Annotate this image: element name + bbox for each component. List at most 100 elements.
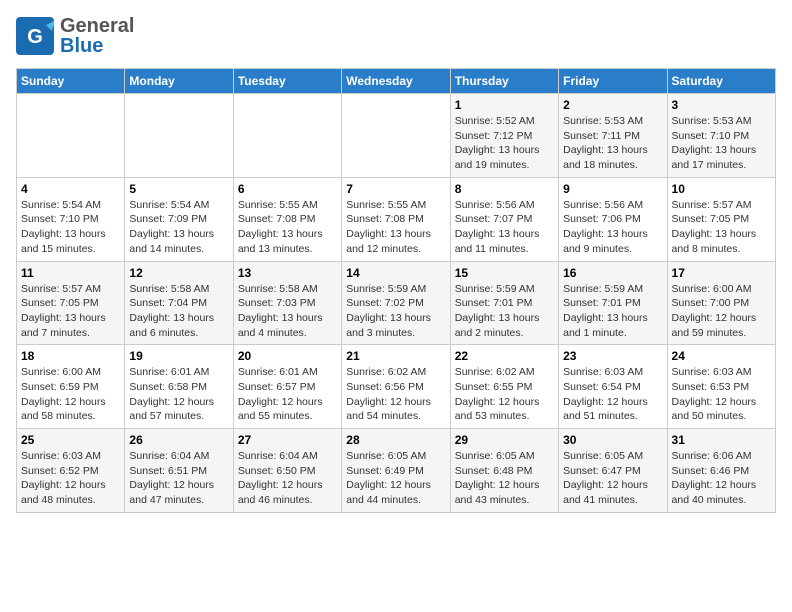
- day-info: Sunrise: 5:55 AMSunset: 7:08 PMDaylight:…: [238, 198, 337, 257]
- day-info: Sunrise: 5:59 AMSunset: 7:02 PMDaylight:…: [346, 282, 445, 341]
- calendar-cell: 29 Sunrise: 6:05 AMSunset: 6:48 PMDayligh…: [450, 429, 558, 513]
- day-number: 3: [672, 98, 771, 112]
- day-info: Sunrise: 5:57 AMSunset: 7:05 PMDaylight:…: [672, 198, 771, 257]
- day-number: 16: [563, 266, 662, 280]
- day-number: 5: [129, 182, 228, 196]
- weekday-header: Wednesday: [342, 69, 450, 94]
- day-info: Sunrise: 5:56 AMSunset: 7:07 PMDaylight:…: [455, 198, 554, 257]
- day-info: Sunrise: 5:53 AMSunset: 7:10 PMDaylight:…: [672, 114, 771, 173]
- calendar-cell: 4 Sunrise: 5:54 AMSunset: 7:10 PMDaylight…: [17, 177, 125, 261]
- calendar-cell: 17 Sunrise: 6:00 AMSunset: 7:00 PMDayligh…: [667, 261, 775, 345]
- logo-icon: G: [16, 17, 54, 55]
- calendar-week-row: 18 Sunrise: 6:00 AMSunset: 6:59 PMDayligh…: [17, 345, 776, 429]
- weekday-header: Sunday: [17, 69, 125, 94]
- day-info: Sunrise: 6:02 AMSunset: 6:56 PMDaylight:…: [346, 365, 445, 424]
- day-number: 18: [21, 349, 120, 363]
- day-number: 11: [21, 266, 120, 280]
- day-number: 2: [563, 98, 662, 112]
- calendar-cell: 12Sunrise: 5:58 AMSunset: 7:04 PMDayligh…: [125, 261, 233, 345]
- day-number: 10: [672, 182, 771, 196]
- day-info: Sunrise: 6:05 AMSunset: 6:49 PMDaylight:…: [346, 449, 445, 508]
- logo: G General Blue: [16, 16, 134, 56]
- day-info: Sunrise: 6:02 AMSunset: 6:55 PMDaylight:…: [455, 365, 554, 424]
- calendar-cell: [125, 94, 233, 178]
- day-number: 1: [455, 98, 554, 112]
- calendar-week-row: 11 Sunrise: 5:57 AMSunset: 7:05 PMDayligh…: [17, 261, 776, 345]
- day-info: Sunrise: 5:53 AMSunset: 7:11 PMDaylight:…: [563, 114, 662, 173]
- day-number: 15: [455, 266, 554, 280]
- day-number: 9: [563, 182, 662, 196]
- day-number: 26: [129, 433, 228, 447]
- day-number: 25: [21, 433, 120, 447]
- calendar-cell: 20 Sunrise: 6:01 AMSunset: 6:57 PMDayligh…: [233, 345, 341, 429]
- day-number: 12: [129, 266, 228, 280]
- svg-text:G: G: [27, 26, 43, 48]
- weekday-header: Saturday: [667, 69, 775, 94]
- calendar-cell: 23Sunrise: 6:03 AMSunset: 6:54 PMDayligh…: [559, 345, 667, 429]
- day-info: Sunrise: 5:57 AMSunset: 7:05 PMDaylight:…: [21, 282, 120, 341]
- day-info: Sunrise: 6:00 AMSunset: 7:00 PMDaylight:…: [672, 282, 771, 341]
- day-info: Sunrise: 6:00 AMSunset: 6:59 PMDaylight:…: [21, 365, 120, 424]
- day-number: 20: [238, 349, 337, 363]
- calendar-cell: [17, 94, 125, 178]
- calendar-cell: 2 Sunrise: 5:53 AMSunset: 7:11 PMDaylight…: [559, 94, 667, 178]
- day-info: Sunrise: 5:55 AMSunset: 7:08 PMDaylight:…: [346, 198, 445, 257]
- calendar-week-row: 25Sunrise: 6:03 AMSunset: 6:52 PMDayligh…: [17, 429, 776, 513]
- day-info: Sunrise: 5:52 AMSunset: 7:12 PMDaylight:…: [455, 114, 554, 173]
- day-number: 30: [563, 433, 662, 447]
- day-info: Sunrise: 5:59 AMSunset: 7:01 PMDaylight:…: [455, 282, 554, 341]
- calendar-cell: 30 Sunrise: 6:05 AMSunset: 6:47 PMDayligh…: [559, 429, 667, 513]
- weekday-header: Thursday: [450, 69, 558, 94]
- calendar-cell: 26 Sunrise: 6:04 AMSunset: 6:51 PMDayligh…: [125, 429, 233, 513]
- calendar-cell: 16 Sunrise: 5:59 AMSunset: 7:01 PMDayligh…: [559, 261, 667, 345]
- day-info: Sunrise: 6:01 AMSunset: 6:58 PMDaylight:…: [129, 365, 228, 424]
- weekday-header: Tuesday: [233, 69, 341, 94]
- calendar-cell: 24 Sunrise: 6:03 AMSunset: 6:53 PMDayligh…: [667, 345, 775, 429]
- calendar-cell: 21 Sunrise: 6:02 AMSunset: 6:56 PMDayligh…: [342, 345, 450, 429]
- day-info: Sunrise: 5:59 AMSunset: 7:01 PMDaylight:…: [563, 282, 662, 341]
- calendar-cell: 25Sunrise: 6:03 AMSunset: 6:52 PMDayligh…: [17, 429, 125, 513]
- day-info: Sunrise: 5:54 AMSunset: 7:10 PMDaylight:…: [21, 198, 120, 257]
- day-info: Sunrise: 6:04 AMSunset: 6:51 PMDaylight:…: [129, 449, 228, 508]
- calendar-cell: 6 Sunrise: 5:55 AMSunset: 7:08 PMDaylight…: [233, 177, 341, 261]
- day-number: 17: [672, 266, 771, 280]
- calendar-cell: 10 Sunrise: 5:57 AMSunset: 7:05 PMDayligh…: [667, 177, 775, 261]
- calendar-table: SundayMondayTuesdayWednesdayThursdayFrid…: [16, 68, 776, 513]
- day-number: 6: [238, 182, 337, 196]
- day-number: 27: [238, 433, 337, 447]
- calendar-header-row: SundayMondayTuesdayWednesdayThursdayFrid…: [17, 69, 776, 94]
- day-info: Sunrise: 6:05 AMSunset: 6:47 PMDaylight:…: [563, 449, 662, 508]
- calendar-cell: 3 Sunrise: 5:53 AMSunset: 7:10 PMDaylight…: [667, 94, 775, 178]
- day-number: 29: [455, 433, 554, 447]
- calendar-week-row: 1 Sunrise: 5:52 AMSunset: 7:12 PMDaylight…: [17, 94, 776, 178]
- day-number: 13: [238, 266, 337, 280]
- calendar-cell: [342, 94, 450, 178]
- calendar-cell: 31Sunrise: 6:06 AMSunset: 6:46 PMDayligh…: [667, 429, 775, 513]
- day-number: 7: [346, 182, 445, 196]
- calendar-cell: 18 Sunrise: 6:00 AMSunset: 6:59 PMDayligh…: [17, 345, 125, 429]
- day-number: 24: [672, 349, 771, 363]
- day-number: 22: [455, 349, 554, 363]
- weekday-header: Monday: [125, 69, 233, 94]
- day-info: Sunrise: 5:54 AMSunset: 7:09 PMDaylight:…: [129, 198, 228, 257]
- calendar-cell: 19 Sunrise: 6:01 AMSunset: 6:58 PMDayligh…: [125, 345, 233, 429]
- day-info: Sunrise: 6:01 AMSunset: 6:57 PMDaylight:…: [238, 365, 337, 424]
- weekday-header: Friday: [559, 69, 667, 94]
- day-info: Sunrise: 6:04 AMSunset: 6:50 PMDaylight:…: [238, 449, 337, 508]
- calendar-cell: 27 Sunrise: 6:04 AMSunset: 6:50 PMDayligh…: [233, 429, 341, 513]
- calendar-cell: 7 Sunrise: 5:55 AMSunset: 7:08 PMDaylight…: [342, 177, 450, 261]
- day-number: 21: [346, 349, 445, 363]
- day-info: Sunrise: 6:05 AMSunset: 6:48 PMDaylight:…: [455, 449, 554, 508]
- day-number: 19: [129, 349, 228, 363]
- calendar-cell: 28Sunrise: 6:05 AMSunset: 6:49 PMDayligh…: [342, 429, 450, 513]
- page-header: G General Blue: [16, 16, 776, 56]
- day-number: 14: [346, 266, 445, 280]
- day-number: 4: [21, 182, 120, 196]
- day-info: Sunrise: 6:03 AMSunset: 6:53 PMDaylight:…: [672, 365, 771, 424]
- day-info: Sunrise: 5:58 AMSunset: 7:03 PMDaylight:…: [238, 282, 337, 341]
- calendar-cell: 15 Sunrise: 5:59 AMSunset: 7:01 PMDayligh…: [450, 261, 558, 345]
- day-info: Sunrise: 6:03 AMSunset: 6:54 PMDaylight:…: [563, 365, 662, 424]
- calendar-cell: 5 Sunrise: 5:54 AMSunset: 7:09 PMDaylight…: [125, 177, 233, 261]
- calendar-cell: 13 Sunrise: 5:58 AMSunset: 7:03 PMDayligh…: [233, 261, 341, 345]
- calendar-week-row: 4 Sunrise: 5:54 AMSunset: 7:10 PMDaylight…: [17, 177, 776, 261]
